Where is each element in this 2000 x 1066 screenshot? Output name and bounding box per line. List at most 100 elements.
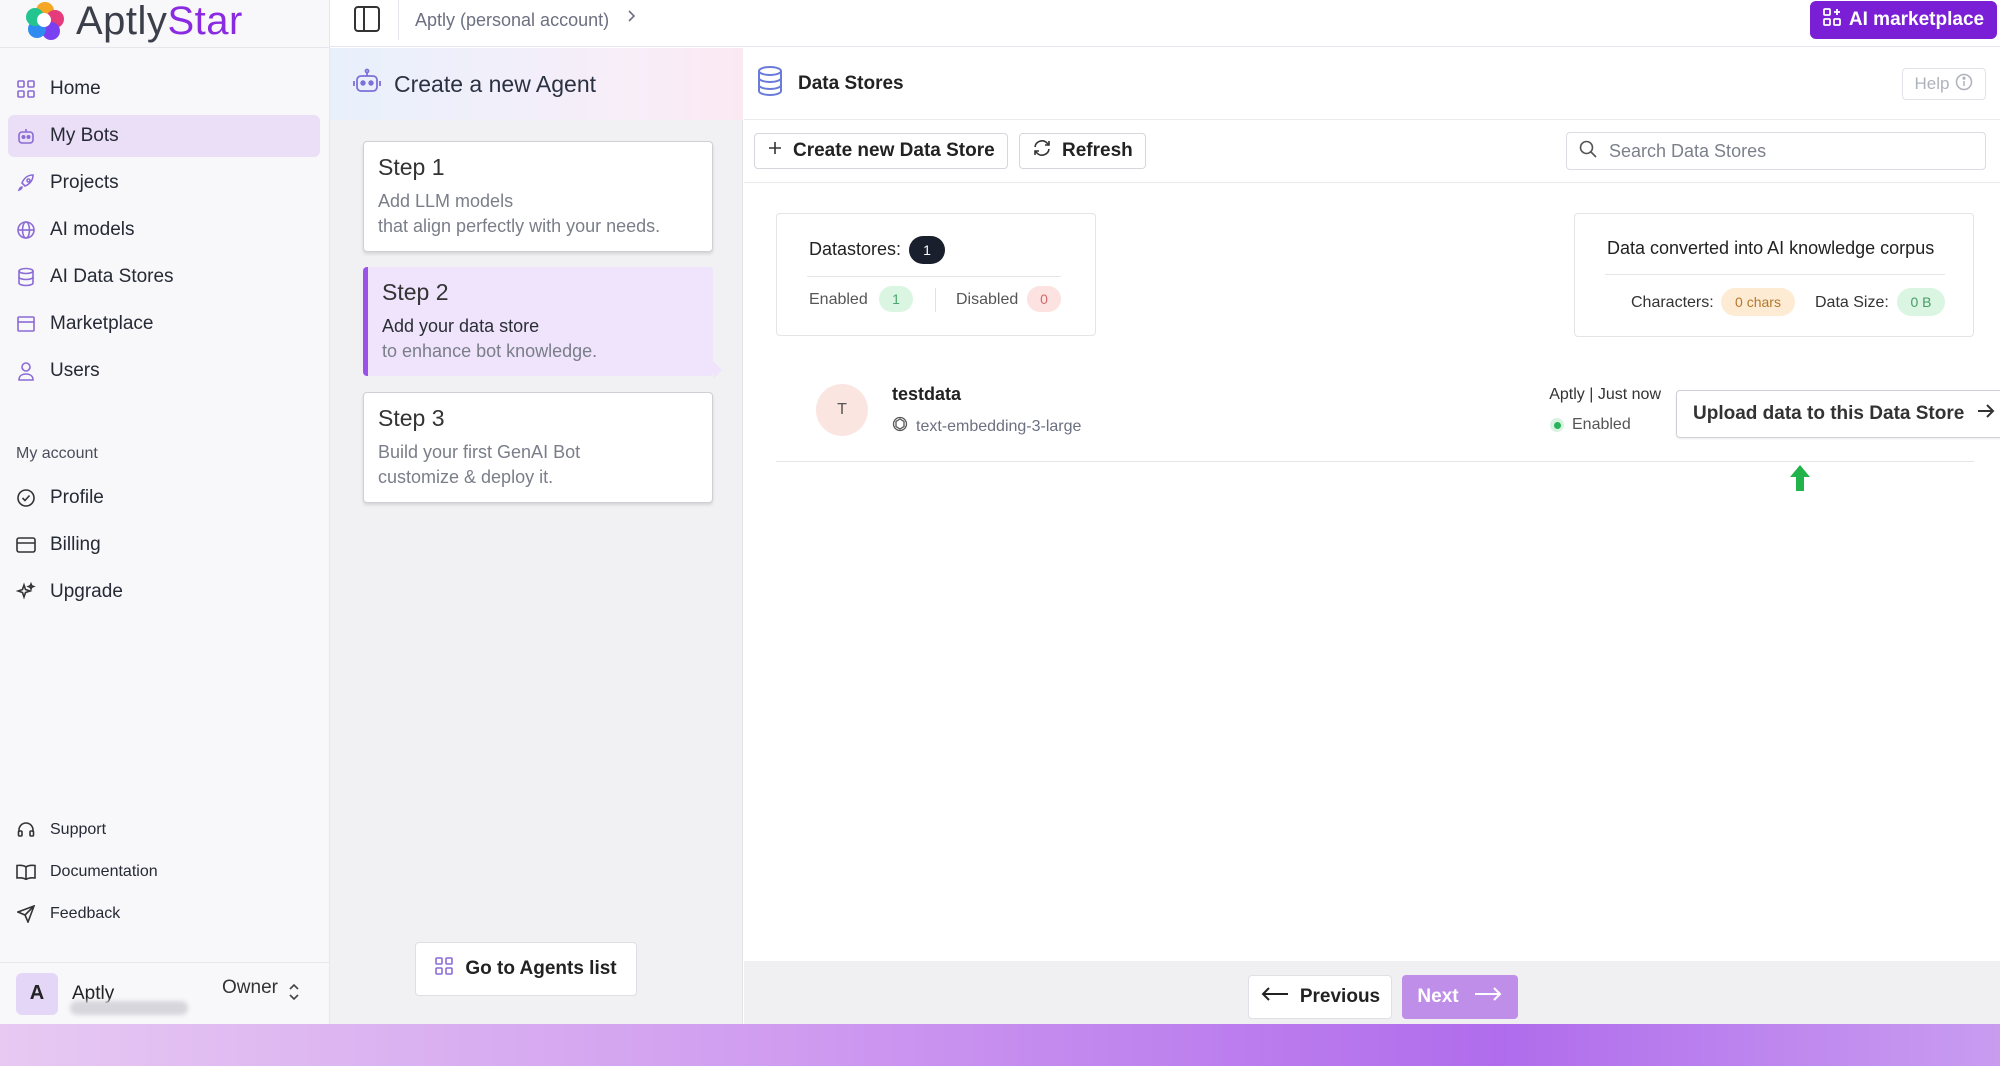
sidebar-item-support[interactable]: Support: [8, 812, 320, 848]
sidebar-item-label: Documentation: [50, 863, 158, 880]
step-3-card[interactable]: Step 3 Build your first GenAI Bot custom…: [363, 392, 713, 503]
bot-icon: [16, 126, 36, 146]
bottom-gradient-bar: [0, 1024, 2000, 1066]
step-title: Step 3: [378, 405, 445, 431]
help-button[interactable]: Help: [1902, 68, 1986, 100]
disabled-count-badge: 0: [1027, 286, 1061, 312]
step-description: Build your first GenAI Bot: [378, 442, 581, 462]
refresh-label: Refresh: [1062, 140, 1133, 161]
rocket-icon: [16, 173, 36, 193]
sidebar-item-label: Projects: [50, 172, 119, 193]
step-title: Step 2: [382, 279, 449, 305]
sidebar-item-upgrade[interactable]: Upgrade: [8, 571, 320, 613]
sidebar-item-projects[interactable]: Projects: [8, 162, 320, 204]
list-item[interactable]: T testdata text-embedding-3-large Aptly …: [776, 366, 2000, 462]
go-to-agents-label: Go to Agents list: [465, 958, 617, 979]
next-button[interactable]: Next: [1402, 975, 1518, 1019]
breadcrumb[interactable]: Aptly (personal account): [415, 10, 609, 31]
step-description: that align perfectly with your needs.: [378, 216, 661, 236]
sidebar-item-label: Upgrade: [50, 581, 123, 602]
toolbar: Create new Data Store Refresh: [744, 121, 2000, 183]
sidebar-item-documentation[interactable]: Documentation: [8, 854, 320, 890]
help-nav: Support Documentation Feedback: [8, 812, 320, 938]
characters-label: Characters:: [1631, 294, 1714, 311]
datastores-summary-card: Datastores: 1 Enabled 1 Disabled 0: [776, 213, 1096, 336]
account-switcher[interactable]: A Aptly Owner: [0, 962, 330, 1024]
enabled-count-badge: 1: [879, 286, 913, 312]
arrow-left-icon: [1260, 986, 1290, 1008]
sparkles-icon: [16, 582, 36, 602]
agent-steps-panel: Create a new Agent Step 1 Add LLM models…: [330, 48, 743, 1024]
arrow-right-icon: [1473, 986, 1503, 1008]
characters-badge: 0 chars: [1721, 288, 1795, 316]
search-icon: [1579, 140, 1597, 163]
sidebar-item-label: AI models: [50, 219, 135, 240]
data-stores-page: Data Stores Help Create new Data Store R…: [744, 48, 2000, 1024]
status-label: Enabled: [1572, 416, 1631, 433]
step-2-card[interactable]: Step 2 Add your data store to enhance bo…: [363, 267, 713, 376]
headset-icon: [16, 820, 36, 840]
arrow-up-icon: [1789, 464, 1811, 497]
openai-icon: [892, 416, 908, 437]
data-store-name[interactable]: testdata: [892, 384, 961, 405]
step-1-card[interactable]: Step 1 Add LLM models that align perfect…: [363, 141, 713, 252]
sidebar-item-profile[interactable]: Profile: [8, 477, 320, 519]
sidebar-item-feedback[interactable]: Feedback: [8, 896, 320, 932]
grid-plus-icon: [1823, 8, 1841, 32]
app-logo[interactable]: AptlyStar: [24, 0, 243, 43]
sidebar-item-ai-data-stores[interactable]: AI Data Stores: [8, 256, 320, 298]
step-description: Add your data store: [382, 316, 540, 336]
store-icon: [16, 314, 36, 334]
datastores-count-badge: 1: [909, 236, 945, 264]
sidebar-item-label: Users: [50, 360, 100, 381]
sidebar-item-my-bots[interactable]: My Bots: [8, 115, 320, 157]
sidebar-item-ai-models[interactable]: AI models: [8, 209, 320, 251]
avatar: T: [816, 384, 868, 436]
sidebar-item-users[interactable]: Users: [8, 350, 320, 392]
book-open-icon: [16, 862, 36, 882]
datastores-label: Datastores:: [809, 239, 902, 259]
search-input[interactable]: [1609, 140, 1969, 162]
info-icon: [1955, 73, 1973, 96]
step-description: to enhance bot knowledge.: [382, 341, 598, 361]
step-description: Add LLM models: [378, 191, 514, 211]
help-label: Help: [1914, 74, 1950, 93]
sidebar-toggle-icon[interactable]: [354, 6, 380, 32]
previous-button[interactable]: Previous: [1248, 975, 1392, 1019]
page-title: Data Stores: [798, 72, 904, 94]
previous-label: Previous: [1299, 986, 1381, 1007]
chevron-right-icon: [627, 8, 637, 29]
refresh-button[interactable]: Refresh: [1019, 133, 1146, 169]
sidebar-item-billing[interactable]: Billing: [8, 524, 320, 566]
sidebar-item-label: Profile: [50, 487, 104, 508]
active-step-pointer: [713, 361, 722, 379]
logo-flower-icon: [24, 0, 66, 42]
logo-text: AptlyStar: [76, 0, 243, 43]
plus-icon: [767, 140, 783, 162]
create-data-store-button[interactable]: Create new Data Store: [754, 133, 1008, 169]
sidebar-item-label: Marketplace: [50, 313, 154, 334]
sidebar-item-label: Support: [50, 821, 107, 838]
sidebar-item-label: My Bots: [50, 125, 119, 146]
ai-marketplace-button[interactable]: AI marketplace: [1810, 1, 1997, 39]
go-to-agents-button[interactable]: Go to Agents list: [415, 942, 637, 996]
sidebar-item-label: Billing: [50, 534, 101, 555]
create-data-store-label: Create new Data Store: [793, 140, 995, 161]
badge-check-icon: [16, 488, 36, 508]
sidebar-item-marketplace[interactable]: Marketplace: [8, 303, 320, 345]
user-icon: [16, 361, 36, 381]
corpus-summary-card: Data converted into AI knowledge corpus …: [1574, 213, 1974, 337]
owner-timestamp: Aptly | Just now: [1549, 386, 1661, 403]
enabled-label: Enabled: [809, 291, 868, 308]
avatar: A: [16, 972, 58, 1015]
steps-title: Create a new Agent: [394, 70, 597, 97]
sidebar-item-home[interactable]: Home: [8, 68, 320, 110]
data-size-label: Data Size:: [1815, 294, 1889, 311]
database-icon: [16, 267, 36, 287]
user-role: Owner: [222, 977, 278, 998]
search-box[interactable]: [1566, 132, 1986, 170]
ai-marketplace-label: AI marketplace: [1848, 9, 1985, 30]
main-nav: Home My Bots Projects AI models AI Data …: [8, 68, 320, 397]
upload-data-button[interactable]: Upload data to this Data Store: [1676, 390, 2000, 438]
grid-icon: [435, 957, 454, 981]
